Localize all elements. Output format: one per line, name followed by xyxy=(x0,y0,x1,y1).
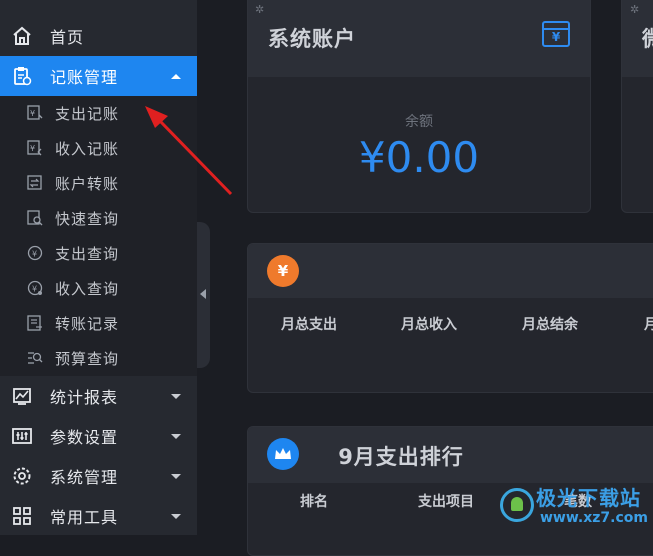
svg-text:¥: ¥ xyxy=(30,144,35,153)
sub-item-transfer-log[interactable]: 转账记录 xyxy=(0,306,197,341)
home-icon xyxy=(12,26,32,46)
nav-reports[interactable]: 统计报表 xyxy=(0,376,197,416)
side-card-title: 微 xyxy=(642,23,653,53)
bookkeeping-submenu: ¥ 支出记账 ¥ 收入记账 账户转账 快速查询 ¥ 支出查询 ¥ 收入查询 转账… xyxy=(0,96,197,376)
chevron-down-icon xyxy=(171,393,181,399)
settings-gear-icon[interactable]: ✲ xyxy=(630,3,639,16)
piggy-bank-icon: ¥ xyxy=(267,255,299,287)
sub-item-budget-query[interactable]: 预算查询 xyxy=(0,341,197,376)
transfer-icon xyxy=(27,175,43,191)
income-query-icon: ¥ xyxy=(27,280,43,296)
transfer-log-icon xyxy=(27,315,43,331)
monthly-card: ¥ 月总支出 月总收入 月总结余 月 xyxy=(247,243,653,393)
expense-record-icon: ¥ xyxy=(27,105,43,121)
account-title: 系统账户 xyxy=(268,27,356,51)
sub-item-label: 支出记账 xyxy=(55,105,120,123)
nav-bookkeeping[interactable]: 记账管理 xyxy=(0,56,197,96)
nav-home-label: 首页 xyxy=(50,28,85,47)
svg-text:¥: ¥ xyxy=(30,109,35,118)
expense-query-icon: ¥ xyxy=(27,245,43,261)
chevron-left-icon xyxy=(200,289,206,299)
income-record-icon: ¥ xyxy=(27,140,43,156)
budget-query-icon xyxy=(27,350,43,366)
col-expense-item: 支出项目 xyxy=(418,494,474,510)
sidebar-collapse-handle[interactable] xyxy=(197,222,210,368)
sub-item-label: 账户转账 xyxy=(55,175,120,193)
balance-label: 余额 xyxy=(405,114,433,130)
col-month-expense: 月总支出 xyxy=(281,317,337,333)
sub-item-label: 收入记账 xyxy=(55,140,120,158)
settings-gear-icon[interactable]: ✲ xyxy=(255,3,264,16)
grid-icon xyxy=(12,506,32,526)
watermark: 极光下载站 www.xz7.com xyxy=(494,480,653,535)
nav-home[interactable]: 首页 xyxy=(0,16,197,56)
sub-item-label: 支出查询 xyxy=(55,245,120,263)
sub-item-income-record[interactable]: ¥ 收入记账 xyxy=(0,131,197,166)
sub-item-label: 快速查询 xyxy=(55,210,120,228)
col-month-balance: 月总结余 xyxy=(522,317,578,333)
sub-item-expense-record[interactable]: ¥ 支出记账 xyxy=(0,96,197,131)
sub-item-transfer[interactable]: 账户转账 xyxy=(0,166,197,201)
chart-icon xyxy=(12,386,32,406)
clipboard-icon xyxy=(12,66,32,86)
watermark-line2: www.xz7.com xyxy=(540,510,648,526)
col-month-partial: 月 xyxy=(644,314,653,334)
wallet-glyph: ¥ xyxy=(551,30,561,44)
chevron-down-icon xyxy=(171,433,181,439)
sub-item-label: 收入查询 xyxy=(55,280,120,298)
nav-tools-label: 常用工具 xyxy=(50,508,119,527)
nav-params-label: 参数设置 xyxy=(50,428,119,447)
nav-tools[interactable]: 常用工具 xyxy=(0,496,197,536)
sliders-icon xyxy=(12,426,32,446)
sub-item-label: 转账记录 xyxy=(55,315,120,333)
col-month-income: 月总收入 xyxy=(401,317,457,333)
watermark-logo-icon xyxy=(500,488,534,522)
sidebar: 首页 记账管理 ¥ 支出记账 ¥ 收入记账 账户转账 快速查询 ¥ 支出查询 ¥… xyxy=(0,0,197,535)
ranking-title: 9月支出排行 xyxy=(338,445,464,469)
chevron-up-icon xyxy=(171,73,181,79)
balance-value: ¥0.00 xyxy=(358,133,480,182)
sub-item-quick-search[interactable]: 快速查询 xyxy=(0,201,197,236)
svg-text:¥: ¥ xyxy=(32,250,37,259)
watermark-line1: 极光下载站 xyxy=(536,486,641,510)
sub-item-income-query[interactable]: ¥ 收入查询 xyxy=(0,271,197,306)
sub-item-label: 预算查询 xyxy=(55,350,120,368)
nav-system[interactable]: 系统管理 xyxy=(0,456,197,496)
nav-system-label: 系统管理 xyxy=(50,468,119,487)
badge-glyph: ¥ xyxy=(277,262,289,280)
gear-icon xyxy=(12,466,32,486)
quick-search-icon xyxy=(27,210,43,226)
nav-params[interactable]: 参数设置 xyxy=(0,416,197,456)
nav-bookkeeping-label: 记账管理 xyxy=(50,68,119,87)
monthly-card-header xyxy=(248,244,653,298)
col-rank: 排名 xyxy=(300,494,328,510)
side-card: ✲ 微 xyxy=(621,0,653,213)
chevron-down-icon xyxy=(171,473,181,479)
sub-item-expense-query[interactable]: ¥ 支出查询 xyxy=(0,236,197,271)
svg-text:¥: ¥ xyxy=(32,285,37,294)
chevron-down-icon xyxy=(171,513,181,519)
wallet-icon: ¥ xyxy=(542,21,570,47)
account-card: ✲ 系统账户 ¥ 余额 ¥0.00 xyxy=(247,0,591,213)
nav-reports-label: 统计报表 xyxy=(50,388,119,407)
